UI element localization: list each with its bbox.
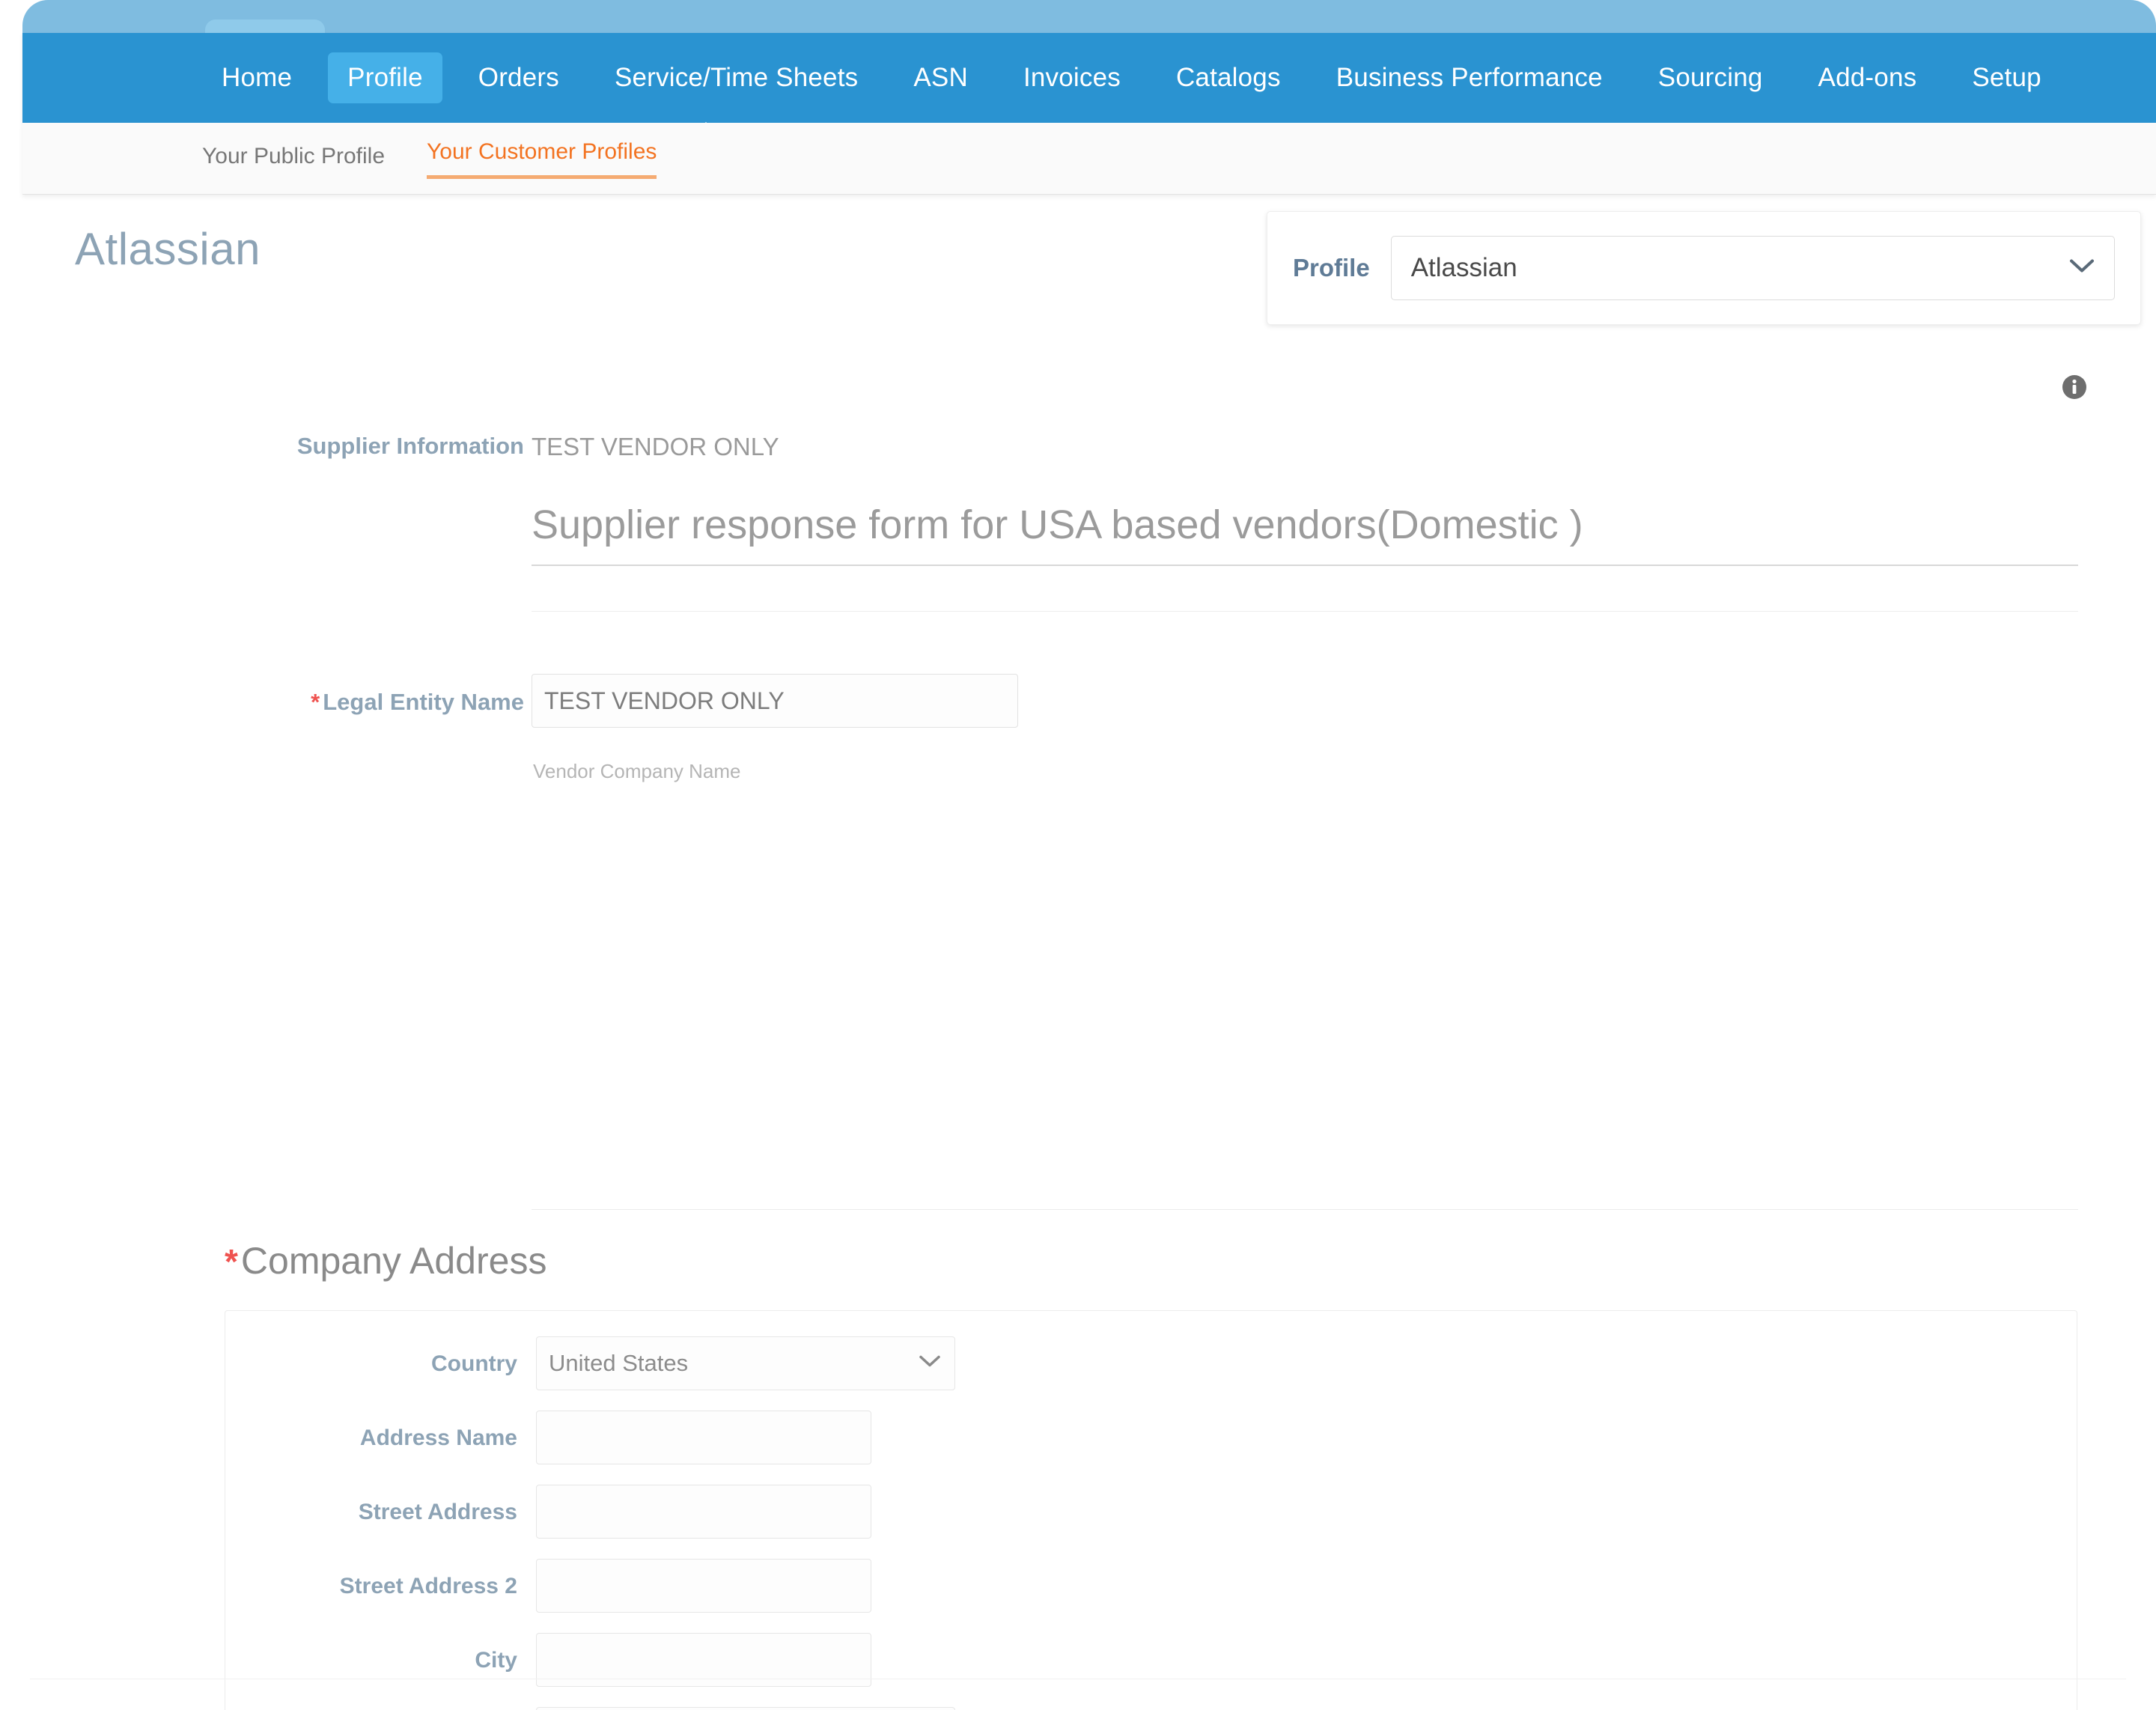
page-title: Atlassian: [75, 223, 261, 275]
main-navbar: Home Profile Orders Service/Time Sheets ASN I…: [22, 33, 2156, 123]
app-page: Home Profile Orders Service/Time Sheets ASN I…: [0, 0, 2156, 1710]
profile-select[interactable]: Atlassian: [1391, 236, 2115, 300]
address-label-country: Country: [225, 1351, 517, 1377]
address-label-city: City: [225, 1648, 517, 1673]
legal-entity-name-label-text: Legal Entity Name: [323, 689, 524, 715]
legal-entity-name-label: *Legal Entity Name: [270, 689, 524, 716]
supplier-information-label: Supplier Information: [262, 433, 524, 460]
address-input-street-address-2[interactable]: [536, 1559, 871, 1613]
form-divider-top: [532, 611, 2078, 612]
form-divider-bottom: [532, 1209, 2078, 1210]
address-row-city: City: [225, 1633, 2077, 1702]
profile-selector-card: Profile Atlassian: [1267, 211, 2141, 325]
nav-item-asn[interactable]: ASN: [894, 52, 987, 103]
chevron-down-icon: [919, 1355, 941, 1372]
legal-entity-name-hint: Vendor Company Name: [533, 760, 740, 783]
address-row-street-address-2: Street Address 2: [225, 1559, 2077, 1628]
legal-entity-name-row: *Legal Entity Name Vendor Company Name: [0, 674, 2156, 749]
company-address-title: *Company Address: [225, 1239, 546, 1282]
address-select-country[interactable]: United States: [536, 1336, 955, 1390]
sub-nav-list: Your Public Profile Your Customer Profile…: [202, 123, 698, 195]
address-label-street-address: Street Address: [225, 1500, 517, 1525]
profile-select-value: Atlassian: [1411, 253, 1517, 283]
address-input-address-name[interactable]: [536, 1411, 871, 1464]
nav-item-invoices[interactable]: Invoices: [1004, 52, 1140, 103]
nav-item-service-time-sheets[interactable]: Service/Time Sheets: [595, 52, 877, 103]
nav-item-setup[interactable]: Setup: [1952, 52, 2060, 103]
sub-navbar: Your Public Profile Your Customer Profile…: [22, 123, 2156, 195]
main-nav-list: Home Profile Orders Service/Time Sheets ASN I…: [202, 33, 2077, 123]
supplier-form: Supplier Information TEST VENDOR ONLY Su…: [0, 419, 2156, 484]
chevron-down-icon: [2069, 259, 2095, 278]
address-row-country: Country United States: [225, 1336, 2077, 1405]
address-select-value-country: United States: [549, 1350, 688, 1377]
company-address-title-text: Company Address: [241, 1240, 547, 1282]
form-heading: Supplier response form for USA based ven…: [532, 502, 2078, 566]
address-input-street-address[interactable]: [536, 1485, 871, 1539]
sub-tab-your-customer-profiles[interactable]: Your Customer Profiles: [427, 139, 657, 179]
profile-label: Profile: [1293, 254, 1370, 282]
info-circle-icon[interactable]: [2060, 373, 2089, 401]
form-heading-wrap: Supplier response form for USA based ven…: [532, 502, 2078, 566]
address-select-state-region[interactable]: Select an Option: [536, 1707, 955, 1710]
legal-entity-name-input[interactable]: [532, 674, 1018, 728]
nav-item-catalogs[interactable]: Catalogs: [1157, 52, 1300, 103]
address-label-street-address-2: Street Address 2: [225, 1574, 517, 1599]
nav-item-sourcing[interactable]: Sourcing: [1639, 52, 1782, 103]
nav-item-add-ons[interactable]: Add-ons: [1799, 52, 1937, 103]
address-row-state-region: State RegionSelect an Option: [225, 1707, 2077, 1710]
address-row-address-name: Address Name: [225, 1411, 2077, 1479]
nav-item-business-performance[interactable]: Business Performance: [1317, 52, 1622, 103]
required-marker: *: [311, 689, 320, 715]
nav-item-profile[interactable]: Profile: [328, 52, 442, 103]
nav-item-orders[interactable]: Orders: [459, 52, 579, 103]
nav-item-home[interactable]: Home: [202, 52, 311, 103]
supplier-information-value: TEST VENDOR ONLY: [532, 433, 779, 461]
address-row-street-address: Street Address: [225, 1485, 2077, 1554]
supplier-information-row: Supplier Information TEST VENDOR ONLY: [0, 419, 2156, 484]
required-marker: *: [225, 1242, 238, 1281]
address-label-address-name: Address Name: [225, 1425, 517, 1451]
company-address-card: Country United States Address Name Street A…: [225, 1310, 2077, 1710]
sub-tab-your-public-profile[interactable]: Your Public Profile: [202, 144, 385, 174]
